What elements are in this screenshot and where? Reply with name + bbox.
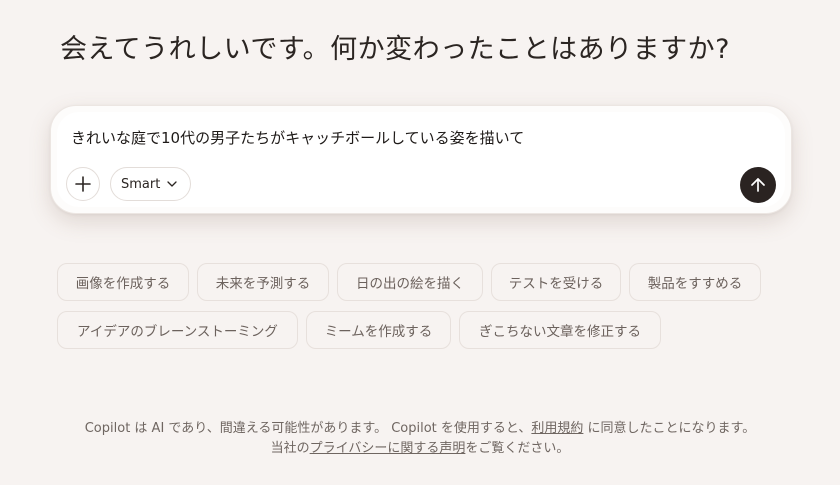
composer-inner: きれいな庭で10代の男子たちがキャッチボールしている姿を描いて Smart (57, 112, 785, 207)
disclaimer-text-1a: Copilot は AI であり、間違える可能性があります。 Copilot を… (84, 421, 532, 436)
disclaimer-line-2: 当社のプライバシーに関する声明をご覧ください。 (0, 439, 840, 459)
plus-icon (75, 176, 91, 192)
send-button[interactable] (740, 167, 776, 203)
suggestion-create-meme[interactable]: ミームを作成する (306, 311, 451, 349)
disclaimer-text-2b: をご覧ください。 (465, 441, 570, 456)
suggestion-fix-text[interactable]: ぎこちない文章を修正する (459, 311, 661, 349)
prompt-input[interactable]: きれいな庭で10代の男子たちがキャッチボールしている姿を描いて (71, 128, 524, 148)
suggestion-draw-sunrise[interactable]: 日の出の絵を描く (337, 263, 483, 301)
disclaimer-line-1: Copilot は AI であり、間違える可能性があります。 Copilot を… (0, 419, 840, 439)
greeting-title: 会えてうれしいです。何か変わったことはありますか? (60, 34, 730, 65)
mode-selector-button[interactable]: Smart (110, 167, 192, 201)
suggestion-predict-future[interactable]: 未来を予測する (197, 263, 329, 301)
chevron-down-icon (167, 181, 177, 187)
terms-link[interactable]: 利用規約 (531, 421, 583, 436)
suggestion-recommend-product[interactable]: 製品をすすめる (629, 263, 761, 301)
arrow-up-icon (751, 178, 765, 192)
privacy-link[interactable]: プライバシーに関する声明 (310, 441, 466, 456)
mode-label: Smart (121, 176, 161, 192)
disclaimer-text-1b: に同意したことになります。 (583, 421, 756, 436)
suggestion-create-image[interactable]: 画像を作成する (57, 263, 189, 301)
composer: きれいな庭で10代の男子たちがキャッチボールしている姿を描いて Smart (50, 105, 792, 214)
disclaimer-text-2a: 当社の (270, 441, 310, 456)
add-attachment-button[interactable] (66, 167, 100, 201)
suggestion-brainstorm[interactable]: アイデアのブレーンストーミング (57, 311, 298, 349)
suggestion-take-test[interactable]: テストを受ける (491, 263, 621, 301)
